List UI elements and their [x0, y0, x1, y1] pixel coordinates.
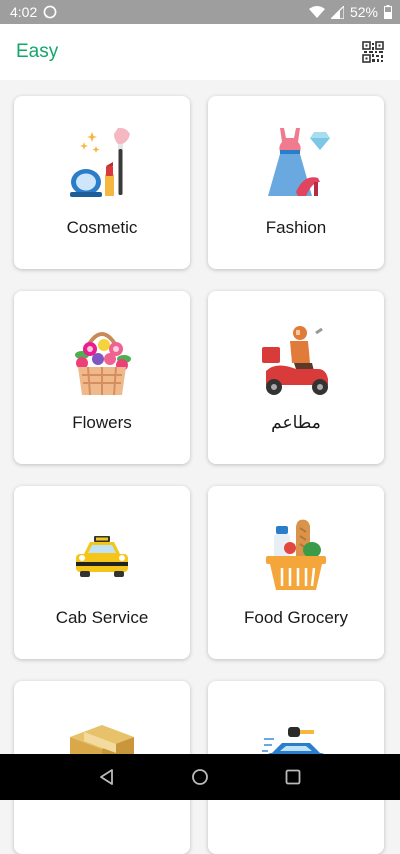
fashion-icon: [268, 128, 330, 196]
category-card-flowers[interactable]: Flowers: [14, 291, 190, 464]
category-card-restaurants[interactable]: مطاعم: [208, 291, 384, 464]
category-card-food-grocery[interactable]: Food Grocery: [208, 486, 384, 659]
category-grid: Cosmetic Fashion Flowers مطاعم Cab Servi…: [14, 96, 386, 854]
cosmetic-icon: [70, 127, 130, 197]
status-bar: 4:02 52%: [0, 0, 400, 24]
app-bar: Easy: [0, 24, 400, 80]
signal-icon: [330, 5, 344, 19]
app-title: Easy: [16, 41, 59, 62]
category-label: Food Grocery: [244, 608, 348, 627]
flowers-icon: [75, 332, 131, 396]
qr-code-icon[interactable]: [362, 41, 384, 63]
restaurant-delivery-icon: [262, 326, 328, 395]
whatsapp-icon: [43, 5, 57, 19]
battery-percent: 52%: [349, 4, 378, 20]
back-icon[interactable]: [98, 768, 116, 786]
battery-icon: [384, 5, 392, 19]
system-nav-bar: [0, 754, 400, 800]
category-card-cab-service[interactable]: Cab Service: [14, 486, 190, 659]
category-label: Flowers: [72, 413, 132, 432]
wifi-icon: [308, 6, 325, 18]
grocery-basket-icon: [266, 519, 326, 590]
recents-icon[interactable]: [284, 768, 302, 786]
category-label: Cosmetic: [66, 218, 138, 237]
status-time: 4:02: [10, 4, 38, 20]
category-label: Fashion: [265, 218, 327, 237]
category-label: مطاعم: [271, 413, 321, 432]
category-card-fashion[interactable]: Fashion: [208, 96, 384, 269]
home-icon[interactable]: [191, 768, 209, 786]
category-label: Cab Service: [55, 608, 149, 627]
category-card-cosmetic[interactable]: Cosmetic: [14, 96, 190, 269]
taxi-icon: [76, 536, 128, 577]
